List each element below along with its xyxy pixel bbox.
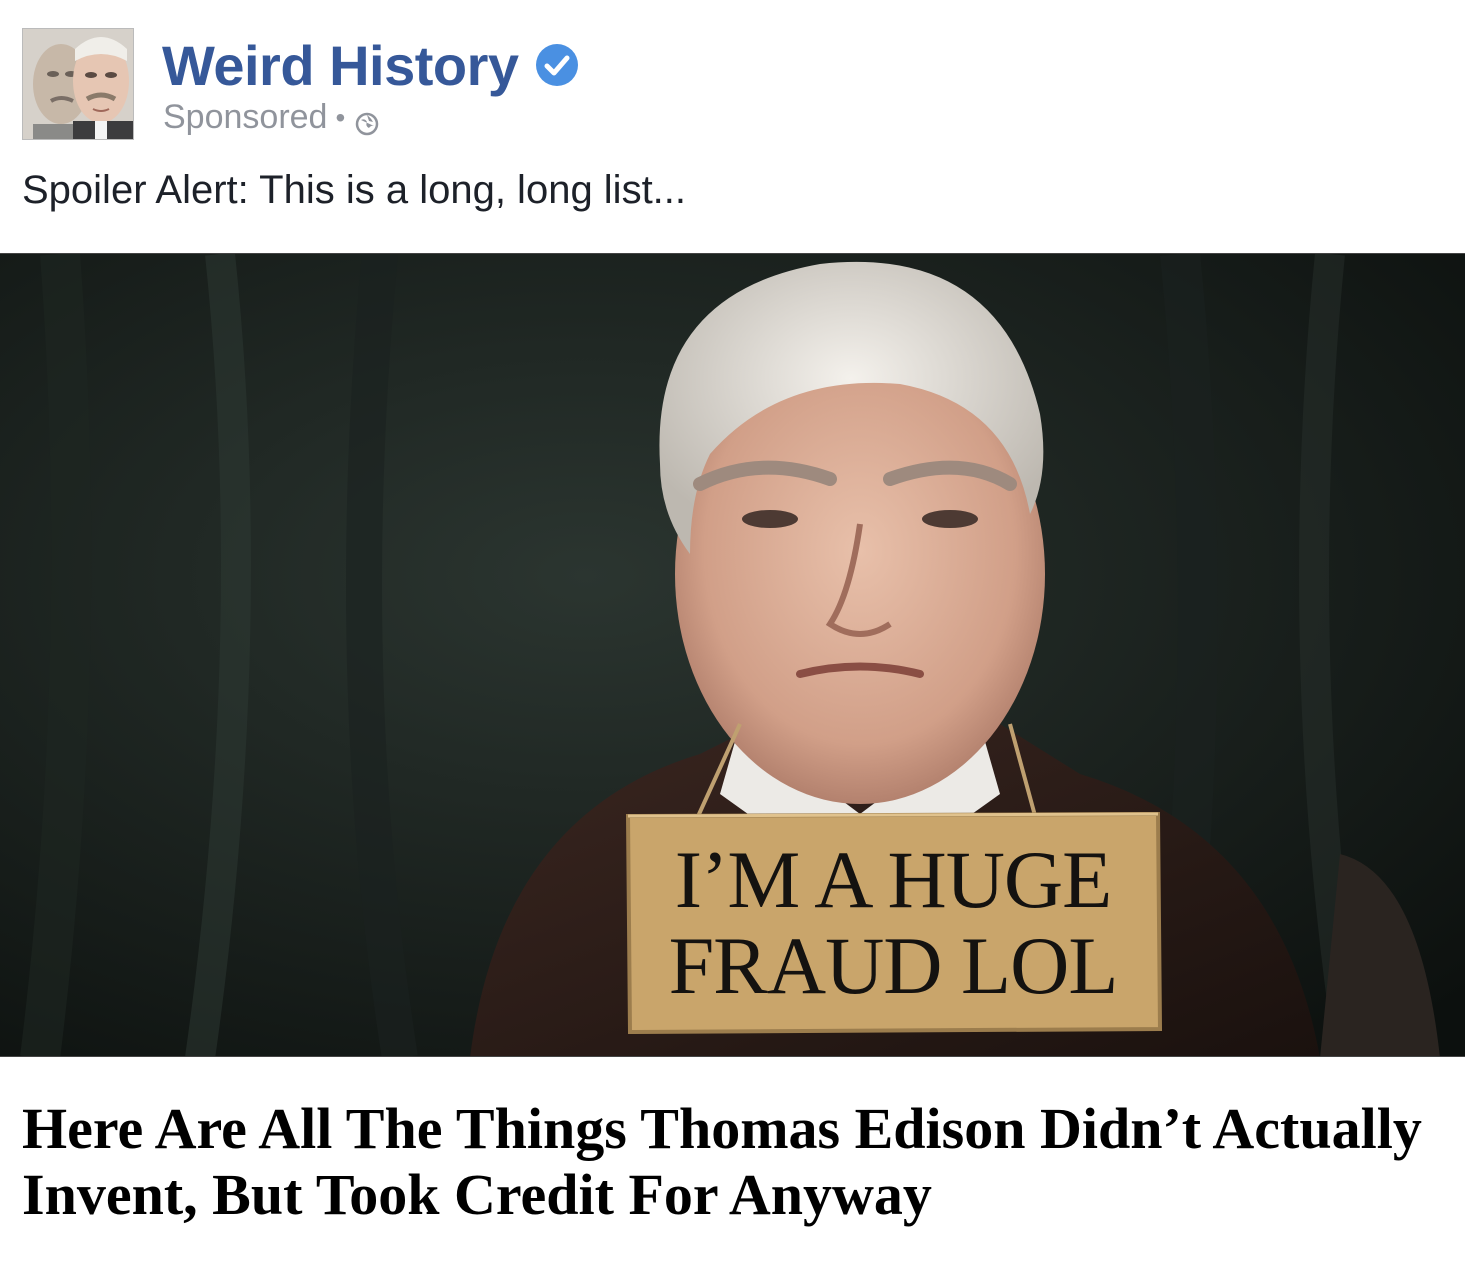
page-name-link[interactable]: Weird History (162, 33, 519, 98)
edison-photo (0, 254, 1465, 1056)
post-caption: Spoiler Alert: This is a long, long list… (22, 168, 687, 212)
sponsored-label[interactable]: Sponsored (163, 98, 327, 137)
post-image[interactable] (0, 253, 1465, 1057)
page-avatar[interactable] (22, 28, 134, 140)
sponsored-post: Weird History Sponsored • Spoiler Alert:… (0, 0, 1465, 1280)
meta-separator: • (335, 101, 346, 133)
globe-icon[interactable] (355, 106, 379, 135)
post-meta: Sponsored • (163, 98, 379, 137)
page-name-row: Weird History (162, 32, 579, 98)
link-headline[interactable]: Here Are All The Things Thomas Edison Di… (22, 1096, 1452, 1228)
post-header: Weird History Sponsored • (22, 28, 1422, 140)
verified-checkmark-icon (535, 43, 579, 87)
avatar-image (23, 29, 133, 139)
